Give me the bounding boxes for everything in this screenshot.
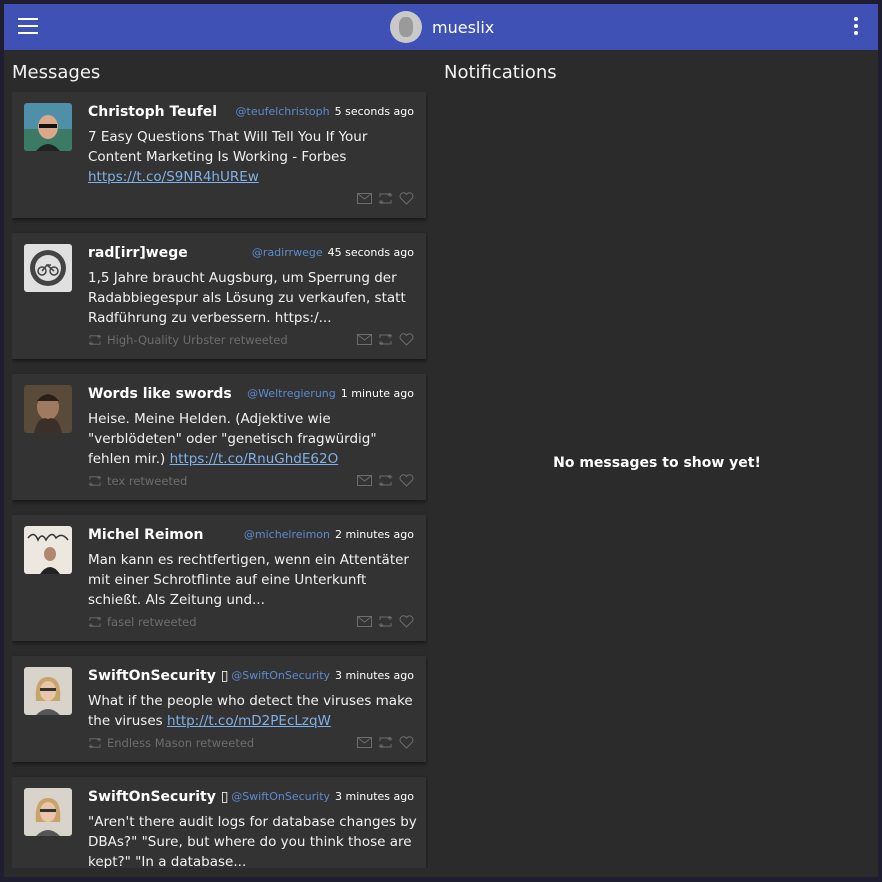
tweet-body: 7 Easy Questions That Will Tell You If Y…	[88, 129, 368, 165]
tweet-handle[interactable]: @radirrwege	[252, 246, 323, 259]
tweet-author[interactable]: SwiftOnSecurity ▯	[88, 668, 228, 684]
tweet-card[interactable]: rad[irr]wege @radirrwege 45 seconds ago 1…	[12, 233, 426, 359]
mail-icon[interactable]	[357, 736, 372, 749]
retweeted-by[interactable]: tex retweeted	[107, 474, 187, 488]
tweet-link[interactable]: https://t.co/RnuGhdE62O	[170, 451, 339, 467]
tweet-time: 5 seconds ago	[334, 105, 414, 118]
avatar[interactable]	[24, 667, 72, 715]
retweet-icon[interactable]	[378, 615, 393, 628]
avatar[interactable]	[24, 526, 72, 574]
notifications-title: Notifications	[444, 62, 557, 83]
tweet-handle[interactable]: @michelreimon	[244, 528, 330, 541]
messages-title: Messages	[12, 62, 101, 83]
avatar[interactable]	[24, 788, 72, 836]
retweet-icon[interactable]	[378, 736, 393, 749]
retweet-info: fasel retweeted	[88, 615, 197, 629]
retweet-icon[interactable]	[378, 474, 393, 487]
tweet-link[interactable]: http://t.co/mD2PEcLzqW	[167, 713, 331, 729]
tweet-card[interactable]: Christoph Teufel @teufelchristoph 5 secon…	[12, 92, 426, 218]
tweet-text: Heise. Meine Helden. (Adjektive wie "ver…	[88, 409, 418, 469]
heart-icon[interactable]	[399, 333, 414, 346]
avatar[interactable]	[24, 244, 72, 292]
tweet-body: "Aren't there audit logs for database ch…	[88, 814, 417, 868]
tweet-time: 1 minute ago	[340, 387, 414, 400]
heart-icon[interactable]	[399, 736, 414, 749]
avatar[interactable]	[24, 103, 72, 151]
tweet-author[interactable]: Michel Reimon	[88, 527, 203, 543]
tweet-time: 3 minutes ago	[335, 669, 414, 682]
notifications-empty-message: No messages to show yet!	[553, 455, 761, 471]
retweet-icon[interactable]	[378, 333, 393, 346]
more-vertical-icon[interactable]	[854, 17, 858, 37]
retweet-info: tex retweeted	[88, 474, 187, 488]
tweet-author[interactable]: SwiftOnSecurity ▯	[88, 789, 228, 805]
tweet-card[interactable]: Michel Reimon @michelreimon 2 minutes ago…	[12, 515, 426, 641]
tweet-author[interactable]: Words like swords	[88, 386, 232, 402]
heart-icon[interactable]	[399, 615, 414, 628]
retweet-icon	[88, 475, 102, 487]
tweet-handle[interactable]: @Weltregierung	[247, 387, 336, 400]
retweeted-by[interactable]: Endless Mason retweeted	[107, 736, 254, 750]
tweet-text: 1,5 Jahre braucht Augsburg, um Sperrung …	[88, 268, 418, 328]
retweet-icon	[88, 737, 102, 749]
tweet-text: "Aren't there audit logs for database ch…	[88, 812, 418, 868]
tweet-time: 2 minutes ago	[335, 528, 414, 541]
mail-icon[interactable]	[357, 615, 372, 628]
tweet-card[interactable]: SwiftOnSecurity ▯ @SwiftOnSecurity 3 minu…	[12, 656, 426, 762]
heart-icon[interactable]	[399, 192, 414, 205]
menu-icon[interactable]	[18, 18, 38, 36]
mail-icon[interactable]	[357, 474, 372, 487]
retweeted-by[interactable]: fasel retweeted	[107, 615, 197, 629]
retweeted-by[interactable]: High-Quality Urbster retweeted	[107, 333, 288, 347]
mail-icon[interactable]	[357, 192, 372, 205]
tweet-author[interactable]: Christoph Teufel	[88, 104, 217, 120]
retweet-icon	[88, 334, 102, 346]
user-avatar[interactable]	[390, 11, 422, 43]
tweet-time: 45 seconds ago	[327, 246, 414, 259]
mail-icon[interactable]	[357, 333, 372, 346]
retweet-info: Endless Mason retweeted	[88, 736, 254, 750]
tweet-author[interactable]: rad[irr]wege	[88, 245, 188, 261]
heart-icon[interactable]	[399, 474, 414, 487]
retweet-icon[interactable]	[378, 192, 393, 205]
tweet-text: 7 Easy Questions That Will Tell You If Y…	[88, 127, 418, 187]
retweet-icon	[88, 616, 102, 628]
avatar[interactable]	[24, 385, 72, 433]
tweet-card[interactable]: Words like swords @Weltregierung 1 minute…	[12, 374, 426, 500]
app-bar: mueslix	[4, 4, 878, 50]
tweet-handle[interactable]: @SwiftOnSecurity	[231, 669, 330, 682]
tweet-handle[interactable]: @teufelchristoph	[236, 105, 330, 118]
messages-feed[interactable]: Christoph Teufel @teufelchristoph 5 secon…	[12, 92, 428, 868]
tweet-body: Man kann es rechtfertigen, wenn ein Atte…	[88, 552, 409, 608]
tweet-card[interactable]: SwiftOnSecurity ▯ @SwiftOnSecurity 3 minu…	[12, 777, 426, 868]
user-info[interactable]: mueslix	[390, 11, 494, 43]
tweet-body: 1,5 Jahre braucht Augsburg, um Sperrung …	[88, 270, 406, 326]
tweet-link[interactable]: https://t.co/S9NR4hUREw	[88, 169, 259, 185]
username: mueslix	[432, 17, 495, 37]
tweet-text: What if the people who detect the viruse…	[88, 691, 418, 731]
tweet-text: Man kann es rechtfertigen, wenn ein Atte…	[88, 550, 418, 610]
retweet-info: High-Quality Urbster retweeted	[88, 333, 288, 347]
tweet-time: 3 minutes ago	[335, 790, 414, 803]
tweet-handle[interactable]: @SwiftOnSecurity	[231, 790, 330, 803]
